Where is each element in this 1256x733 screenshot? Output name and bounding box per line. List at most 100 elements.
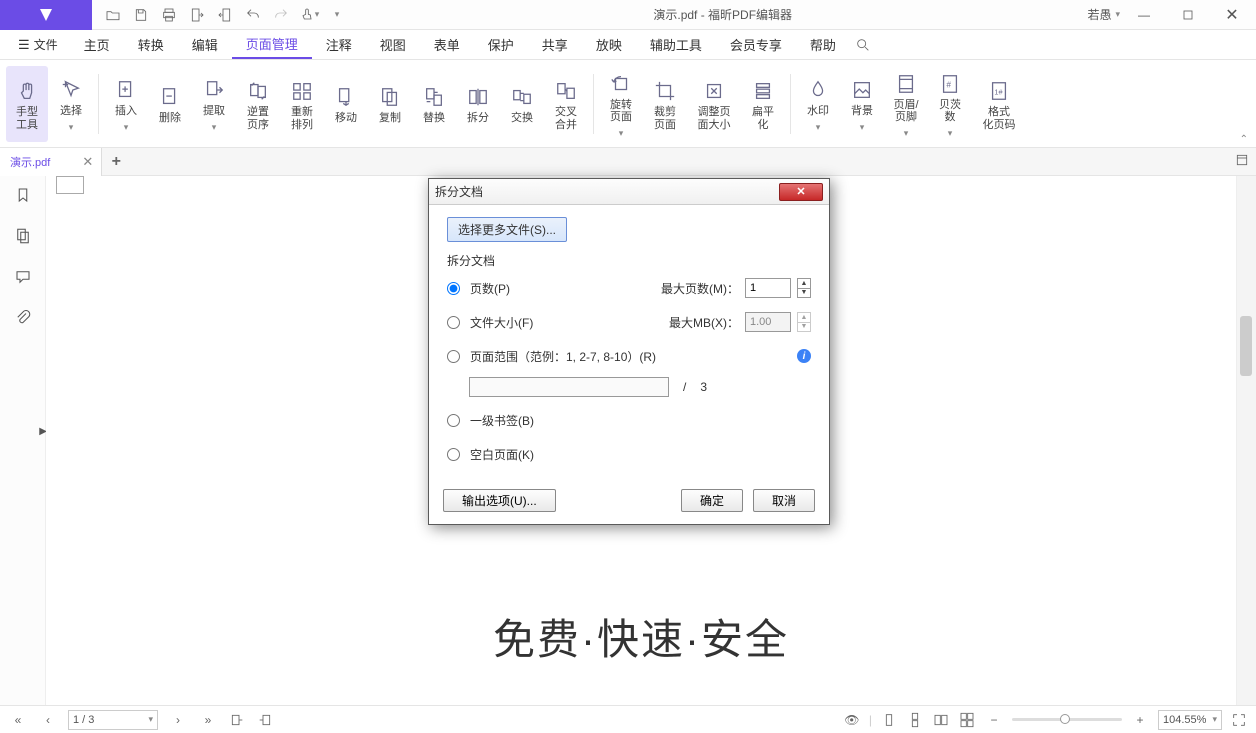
replace-button[interactable]: 替换 [413, 66, 455, 142]
option-filesize-radio[interactable] [447, 316, 460, 329]
zoom-slider[interactable] [1012, 718, 1122, 721]
facing-icon[interactable] [932, 711, 950, 729]
tabstrip-menu-icon[interactable] [1234, 152, 1250, 171]
menu-edit[interactable]: 编辑 [178, 30, 232, 59]
menu-tools[interactable]: 辅助工具 [636, 30, 716, 59]
first-page-icon[interactable]: « [8, 713, 28, 727]
user-menu-icon[interactable]: ▾ [1115, 9, 1120, 20]
close-button[interactable]: ✕ [1212, 0, 1252, 30]
minimize-button[interactable]: ― [1124, 0, 1164, 30]
facing-continuous-icon[interactable] [958, 711, 976, 729]
menu-convert[interactable]: 转换 [124, 30, 178, 59]
page-number-input[interactable]: 1 / 3 ▾ [68, 710, 158, 730]
resize-button[interactable]: 调整页 面大小 [688, 66, 740, 142]
menu-help[interactable]: 帮助 [796, 30, 850, 59]
bookmark-panel-icon[interactable] [14, 186, 32, 207]
qat-more-icon[interactable]: ▾ [324, 2, 350, 28]
watermark-button[interactable]: 水印▾ [797, 66, 839, 142]
ribbon-collapse-icon[interactable]: ⌃ [1240, 134, 1248, 145]
option-pages-radio[interactable] [447, 282, 460, 295]
max-pages-input[interactable] [745, 278, 791, 298]
scroll-thumb[interactable] [1240, 316, 1252, 376]
readmode-icon[interactable]: 👁 [843, 711, 861, 729]
flatten-button[interactable]: 扁平 化 [742, 66, 784, 142]
menu-home[interactable]: 主页 [70, 30, 124, 59]
reverse-button[interactable]: 逆置 页序 [237, 66, 279, 142]
menu-protect[interactable]: 保护 [474, 30, 528, 59]
max-pages-spinner[interactable]: ▲▼ [797, 278, 811, 298]
menu-share[interactable]: 共享 [528, 30, 582, 59]
formatcode-button[interactable]: 1#格式 化页码 [973, 66, 1025, 142]
maximize-button[interactable] [1168, 0, 1208, 30]
ok-button[interactable]: 确定 [681, 489, 743, 512]
redo-icon[interactable] [268, 2, 294, 28]
save-icon[interactable] [128, 2, 154, 28]
menu-page-manage[interactable]: 页面管理 [232, 30, 312, 59]
vertical-scrollbar[interactable] [1236, 176, 1256, 705]
document-tab-label: 演示.pdf [10, 154, 50, 170]
crop-button[interactable]: 裁剪 页面 [644, 66, 686, 142]
document-tab-strip: 演示.pdf ✕ + [0, 148, 1256, 176]
document-tab[interactable]: 演示.pdf ✕ [0, 148, 102, 176]
zoom-value-input[interactable]: 104.55%▾ [1158, 710, 1222, 730]
move-button[interactable]: 移动 [325, 66, 367, 142]
dialog-close-button[interactable]: ✕ [779, 183, 823, 201]
option-range-radio[interactable] [447, 350, 460, 363]
pages-panel-icon[interactable] [14, 227, 32, 248]
continuous-icon[interactable] [906, 711, 924, 729]
next-page-icon[interactable]: › [168, 713, 188, 727]
insert-button[interactable]: 插入▾ [105, 66, 147, 142]
cancel-button[interactable]: 取消 [753, 489, 815, 512]
status-bar: « ‹ 1 / 3 ▾ › » 👁 | − + 104.55%▾ [0, 705, 1256, 733]
zoom-out-icon[interactable]: − [984, 713, 1004, 727]
option-bookmark-radio[interactable] [447, 414, 460, 427]
new-tab-button[interactable]: + [102, 153, 130, 171]
import-icon[interactable] [212, 2, 238, 28]
split-button[interactable]: 拆分 [457, 66, 499, 142]
swap-button[interactable]: 交换 [501, 66, 543, 142]
bates-button[interactable]: #贝茨 数▾ [929, 66, 971, 142]
prev-page-icon[interactable]: ‹ [38, 713, 58, 727]
export-icon[interactable] [184, 2, 210, 28]
tab-close-icon[interactable]: ✕ [82, 154, 93, 170]
select-tool-button[interactable]: 选择▾ [50, 66, 92, 142]
option-blank-radio[interactable] [447, 448, 460, 461]
background-button[interactable]: 背景▾ [841, 66, 883, 142]
duplicate-button[interactable]: 复制 [369, 66, 411, 142]
output-options-button[interactable]: 输出选项(U)... [443, 489, 556, 512]
menu-form[interactable]: 表单 [420, 30, 474, 59]
nav-forward-icon[interactable] [256, 711, 274, 729]
headerfooter-button[interactable]: 页眉/ 页脚▾ [885, 66, 927, 142]
delete-button[interactable]: 删除 [149, 66, 191, 142]
undo-icon[interactable] [240, 2, 266, 28]
extract-button[interactable]: 提取▾ [193, 66, 235, 142]
fullscreen-icon[interactable] [1230, 711, 1248, 729]
info-icon[interactable]: i [797, 349, 811, 363]
rotate-button[interactable]: 旋转 页面▾ [600, 66, 642, 142]
open-icon[interactable] [100, 2, 126, 28]
split-group-label: 拆分文档 [447, 252, 811, 269]
attachments-panel-icon[interactable] [14, 309, 32, 330]
file-menu[interactable]: ☰文件 [6, 30, 70, 59]
search-icon[interactable] [850, 30, 876, 59]
zoom-handle[interactable] [1060, 714, 1070, 724]
select-more-files-button[interactable]: 选择更多文件(S)... [447, 217, 567, 242]
menu-view[interactable]: 视图 [366, 30, 420, 59]
merge-button[interactable]: 交叉 合并 [545, 66, 587, 142]
comments-panel-icon[interactable] [14, 268, 32, 289]
rearrange-button[interactable]: 重新 排列 [281, 66, 323, 142]
quick-access-toolbar: ▾ ▾ [92, 2, 358, 28]
zoom-in-icon[interactable]: + [1130, 713, 1150, 727]
user-name[interactable]: 若愚 [1087, 6, 1111, 23]
print-icon[interactable] [156, 2, 182, 28]
menu-vip[interactable]: 会员专享 [716, 30, 796, 59]
last-page-icon[interactable]: » [198, 713, 218, 727]
rearrange-label: 重新 排列 [291, 106, 313, 131]
dialog-titlebar[interactable]: 拆分文档 ✕ [429, 179, 829, 205]
menu-present[interactable]: 放映 [582, 30, 636, 59]
nav-back-icon[interactable] [228, 711, 246, 729]
hand-tool-button[interactable]: 手型 工具 [6, 66, 48, 142]
menu-annotate[interactable]: 注释 [312, 30, 366, 59]
single-page-icon[interactable] [880, 711, 898, 729]
touch-icon[interactable]: ▾ [296, 2, 322, 28]
